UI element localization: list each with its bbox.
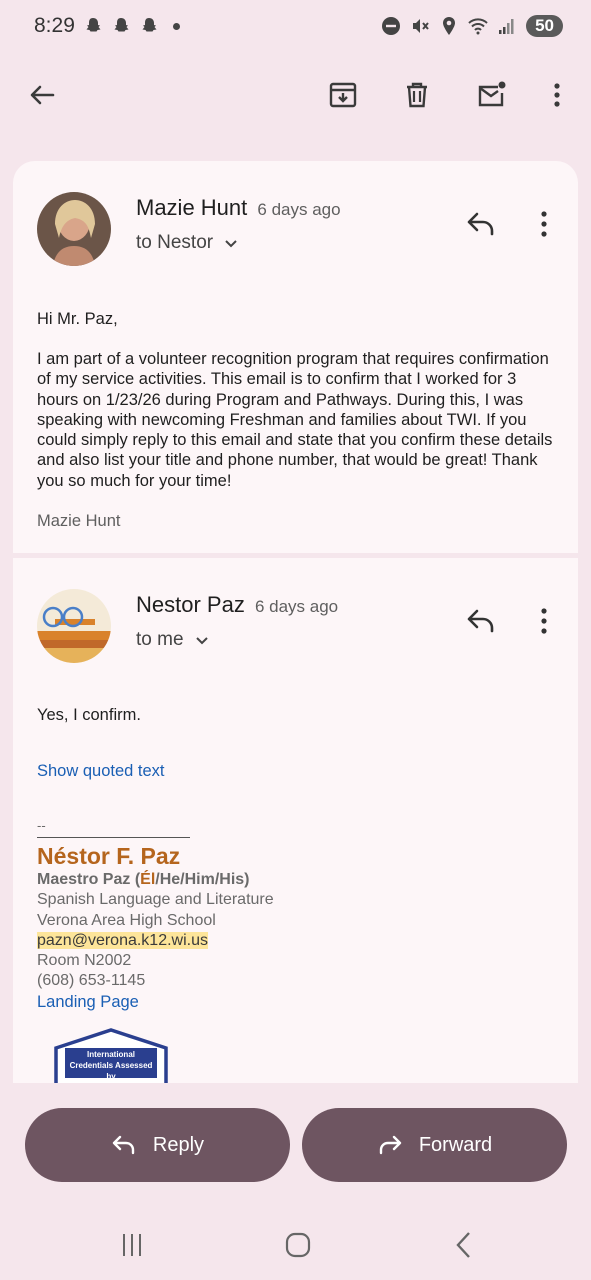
- reply-label: Reply: [152, 1133, 205, 1156]
- message-card: Mazie Hunt 6 days ago to Nestor Hi Mr. P…: [13, 161, 578, 553]
- chevron-down-icon: [195, 637, 208, 645]
- snapchat-icon: [86, 18, 101, 32]
- sender-name: Mazie Hunt: [136, 195, 248, 220]
- signature-phone[interactable]: (608) 653-1145: [37, 971, 557, 991]
- recents-button[interactable]: [112, 1228, 152, 1262]
- recipient-toggle[interactable]: to me: [136, 629, 210, 651]
- signature-title-prefix: Maestro Paz (: [37, 871, 141, 888]
- forward-label: Forward: [418, 1133, 493, 1156]
- more-options-button[interactable]: [535, 73, 579, 117]
- signature-title-el: Él: [140, 871, 156, 888]
- signature-title-suffix: /He/Him/His): [155, 871, 250, 888]
- sender-line: Mazie Hunt 6 days ago: [136, 195, 341, 221]
- more-vert-icon: [554, 83, 560, 107]
- forward-action-button[interactable]: Forward: [302, 1108, 567, 1182]
- status-time: 8:29: [34, 14, 75, 37]
- avatar[interactable]: [37, 192, 111, 266]
- sender-name: Nestor Paz: [136, 592, 245, 617]
- badge-text: International Credentials Assessed by: [69, 1050, 153, 1081]
- snapchat-icon: [114, 18, 129, 32]
- signature-department: Spanish Language and Literature: [37, 891, 274, 909]
- landing-page-link[interactable]: Landing Page: [37, 992, 557, 1012]
- more-vert-icon: [541, 211, 547, 237]
- archive-icon: [329, 82, 357, 108]
- message-time: 6 days ago: [257, 200, 341, 219]
- status-right: 50: [381, 15, 563, 37]
- reply-button[interactable]: [461, 601, 501, 641]
- archive-button[interactable]: [321, 73, 365, 117]
- status-left: 8:29: [34, 14, 180, 38]
- mark-unread-icon: [478, 81, 506, 107]
- battery-icon: 50: [526, 15, 563, 37]
- wifi-icon: [468, 18, 488, 35]
- back-nav-button[interactable]: [444, 1228, 484, 1262]
- signature-room: Room N2002: [37, 952, 132, 970]
- dot-icon: [172, 22, 180, 30]
- signature-block: Néstor F. Paz Maestro Paz (Él/He/Him/His…: [37, 842, 557, 1012]
- home-icon: [285, 1232, 311, 1258]
- status-bar: 8:29 50: [0, 0, 591, 52]
- reply-button[interactable]: [461, 204, 501, 244]
- reply-icon: [112, 1135, 135, 1155]
- message-greeting: Hi Mr. Paz,: [37, 310, 118, 328]
- signature-divider: [37, 837, 190, 838]
- back-arrow-icon: [30, 85, 55, 105]
- signature-title: Maestro Paz (Él/He/Him/His): [37, 870, 557, 890]
- avatar-photo: [37, 192, 111, 266]
- reply-icon: [467, 609, 494, 633]
- toolbar: [0, 60, 591, 130]
- signal-icon: [499, 19, 514, 34]
- message-body: I am part of a volunteer recognition pro…: [37, 350, 553, 490]
- dnd-icon: [382, 17, 401, 35]
- signature-name: Néstor F. Paz: [37, 843, 181, 869]
- show-quoted-text-link[interactable]: Show quoted text: [37, 761, 557, 781]
- mark-unread-button[interactable]: [469, 73, 513, 117]
- reply-action-button[interactable]: Reply: [25, 1108, 290, 1182]
- recipient-label: to me: [136, 629, 184, 650]
- recipient-label: to Nestor: [136, 232, 214, 253]
- back-nav-icon: [456, 1232, 470, 1258]
- message-card: Nestor Paz 6 days ago to me Yes, I confi…: [13, 558, 578, 1083]
- mute-icon: [413, 19, 429, 33]
- reply-icon: [467, 212, 494, 236]
- home-button[interactable]: [278, 1228, 318, 1262]
- message-more-button[interactable]: [529, 204, 559, 244]
- location-icon: [443, 17, 456, 35]
- signature-school: Verona Area High School: [37, 911, 216, 929]
- message-more-button[interactable]: [529, 601, 559, 641]
- back-button[interactable]: [20, 73, 64, 117]
- sender-line: Nestor Paz 6 days ago: [136, 592, 338, 618]
- message-time: 6 days ago: [254, 597, 339, 616]
- message-signature: Mazie Hunt: [37, 512, 121, 530]
- more-vert-icon: [541, 608, 547, 634]
- signature-email-link[interactable]: pazn@verona.k12.wi.us: [37, 931, 208, 949]
- credentials-badge: International Credentials Assessed by: [53, 1028, 169, 1083]
- message-thread: Mazie Hunt 6 days ago to Nestor Hi Mr. P…: [0, 143, 591, 1083]
- recents-icon: [123, 1234, 141, 1256]
- message-body: Yes, I confirm.: [37, 706, 141, 724]
- avatar[interactable]: [37, 589, 111, 663]
- system-nav-bar: [0, 1212, 591, 1276]
- chevron-down-icon: [225, 240, 237, 248]
- delete-icon: [407, 82, 427, 108]
- delete-button[interactable]: [395, 73, 439, 117]
- snapchat-icon: [142, 18, 157, 32]
- forward-icon: [379, 1135, 402, 1155]
- recipient-toggle[interactable]: to Nestor: [136, 232, 239, 254]
- avatar-logo: [37, 589, 111, 663]
- signature-dash: --: [37, 818, 46, 833]
